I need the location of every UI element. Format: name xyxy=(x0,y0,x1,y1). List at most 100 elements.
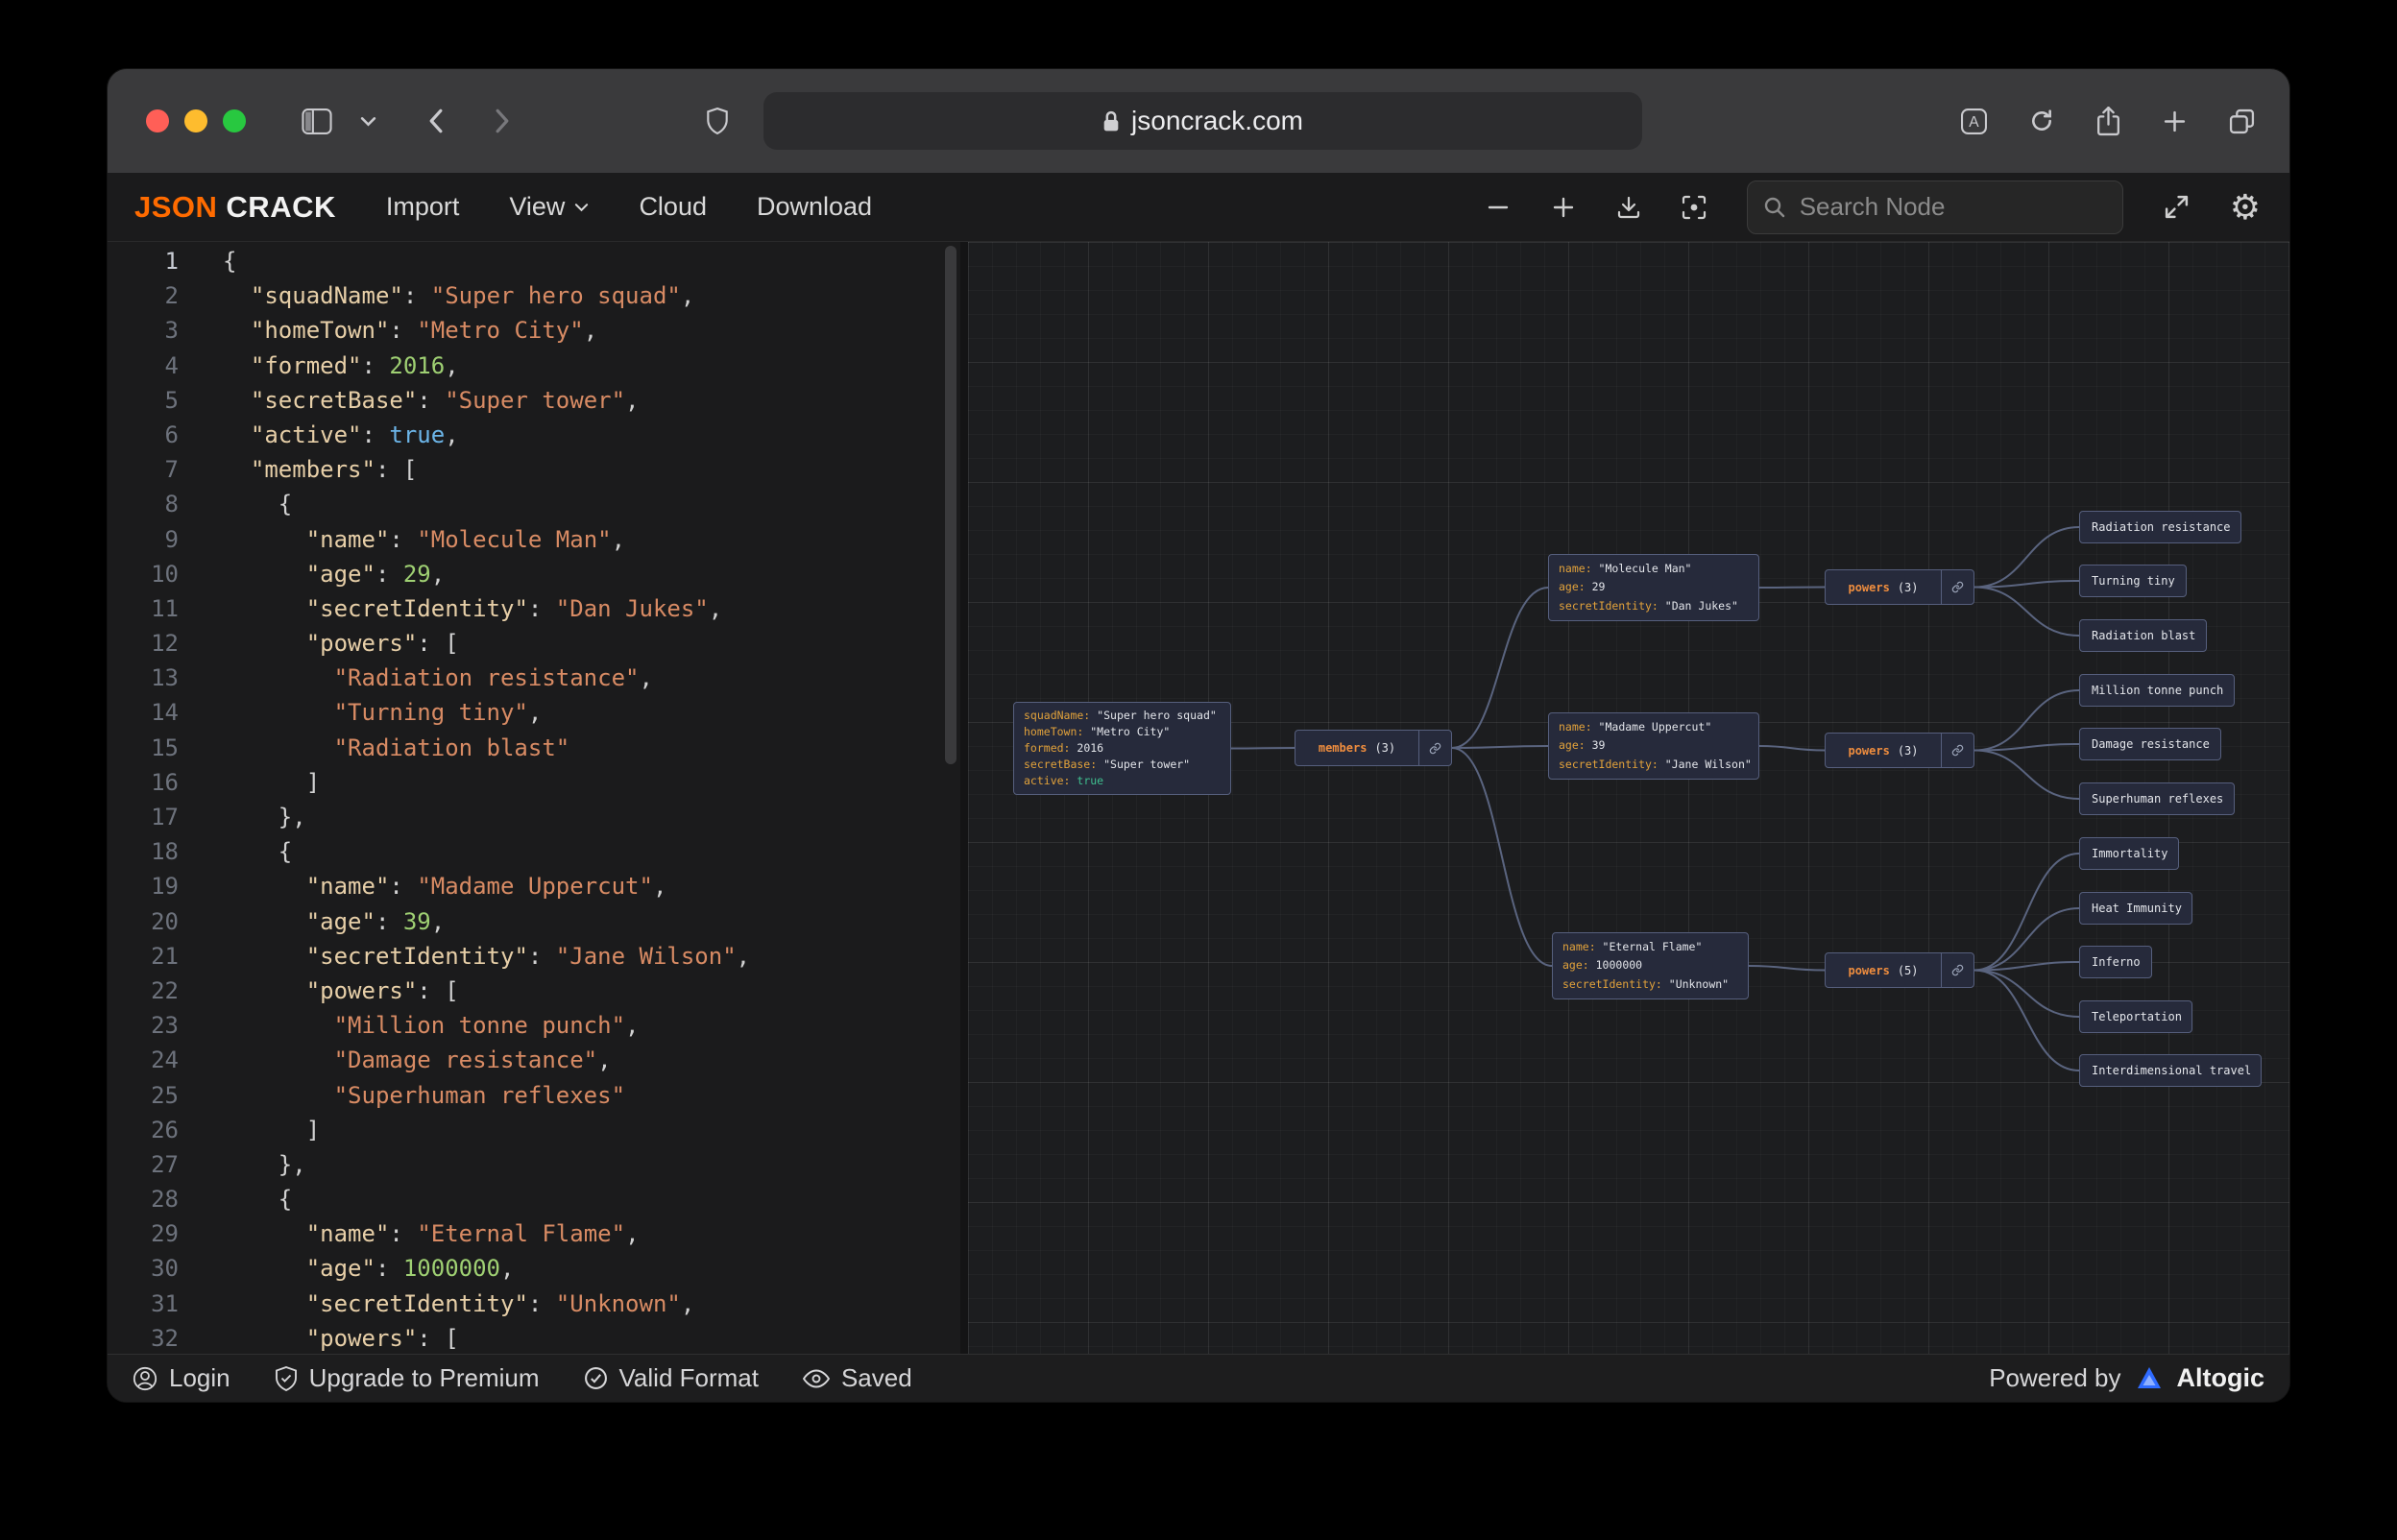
graph-node-l1[interactable]: Radiation resistance xyxy=(2079,511,2241,543)
graph-node-l5[interactable]: Damage resistance xyxy=(2079,728,2221,760)
menu-import[interactable]: Import xyxy=(386,192,460,222)
editor-line[interactable]: 16 ] xyxy=(108,765,960,800)
line-number: 16 xyxy=(151,768,179,796)
editor-line[interactable]: 21 "secretIdentity": "Jane Wilson", xyxy=(108,939,960,974)
graph-node-m2[interactable]: name: "Madame Uppercut" age: 39 secretIden… xyxy=(1548,712,1759,780)
line-number: 9 xyxy=(164,525,179,553)
new-tab-button[interactable] xyxy=(2163,109,2187,133)
node-search-box xyxy=(1746,180,2123,234)
zoom-in-button[interactable] xyxy=(1551,195,1576,220)
search-node-input[interactable] xyxy=(1799,192,2121,222)
expand-link-icon[interactable] xyxy=(1941,570,1973,604)
valid-format-status[interactable]: Valid Format xyxy=(584,1363,759,1393)
editor-line[interactable]: 17 }, xyxy=(108,800,960,834)
node-row: secretBase: "Super tower" xyxy=(1024,758,1191,771)
download-image-button[interactable] xyxy=(1616,195,1641,220)
graph-node-p1[interactable]: powers (3) xyxy=(1825,569,1974,605)
editor-line[interactable]: 29 "name": "Eternal Flame", xyxy=(108,1216,960,1251)
editor-line[interactable]: 6 "active": true, xyxy=(108,418,960,452)
graph-node-members[interactable]: members (3) xyxy=(1295,730,1452,766)
app-logo[interactable]: JSON CRACK xyxy=(134,190,336,225)
login-button[interactable]: Login xyxy=(133,1363,230,1393)
editor-line[interactable]: 8 { xyxy=(108,487,960,521)
upgrade-premium-button[interactable]: Upgrade to Premium xyxy=(275,1363,540,1393)
tab-overview-chevron[interactable] xyxy=(355,69,380,173)
editor-line[interactable]: 10 "age": 29, xyxy=(108,557,960,591)
editor-line[interactable]: 13 "Radiation resistance", xyxy=(108,661,960,695)
expand-link-icon[interactable] xyxy=(1418,731,1451,765)
line-number: 14 xyxy=(151,699,179,727)
close-window-button[interactable] xyxy=(146,109,169,132)
editor-line[interactable]: 14 "Turning tiny", xyxy=(108,695,960,730)
editor-line[interactable]: 22 "powers": [ xyxy=(108,974,960,1008)
zoom-window-button[interactable] xyxy=(223,109,246,132)
editor-line[interactable]: 20 "age": 39, xyxy=(108,904,960,939)
graph-node-l4[interactable]: Million tonne punch xyxy=(2079,674,2235,707)
line-number: 19 xyxy=(151,873,179,901)
graph-node-l10[interactable]: Teleportation xyxy=(2079,1000,2192,1033)
graph-node-p3[interactable]: powers (5) xyxy=(1825,952,1974,988)
editor-line[interactable]: 27 }, xyxy=(108,1147,960,1182)
translate-button[interactable]: A xyxy=(1961,108,1987,134)
expand-link-icon[interactable] xyxy=(1941,953,1973,987)
minimize-window-button[interactable] xyxy=(184,109,207,132)
json-editor[interactable]: 1{2 "squadName": "Super hero squad", 3 "h… xyxy=(108,242,968,1354)
editor-line[interactable]: 11 "secretIdentity": "Dan Jukes", xyxy=(108,591,960,626)
leaf-text: Damage resistance xyxy=(2092,737,2210,751)
editor-line[interactable]: 5 "secretBase": "Super tower", xyxy=(108,383,960,418)
editor-line[interactable]: 7 "members": [ xyxy=(108,452,960,487)
leaf-text: Radiation blast xyxy=(2092,629,2196,642)
graph-node-l7[interactable]: Immortality xyxy=(2079,837,2179,870)
editor-line[interactable]: 2 "squadName": "Super hero squad", xyxy=(108,278,960,313)
graph-node-l9[interactable]: Inferno xyxy=(2079,946,2152,978)
editor-line[interactable]: 28 { xyxy=(108,1182,960,1216)
saved-status[interactable]: Saved xyxy=(802,1363,912,1393)
editor-line[interactable]: 4 "formed": 2016, xyxy=(108,349,960,383)
editor-line[interactable]: 26 ] xyxy=(108,1113,960,1147)
editor-line[interactable]: 18 { xyxy=(108,834,960,869)
sidebar-toggle-button[interactable] xyxy=(298,69,336,173)
menu-view[interactable]: View xyxy=(509,192,589,222)
forward-button[interactable] xyxy=(488,69,517,173)
expand-link-icon[interactable] xyxy=(1941,734,1973,767)
graph-canvas[interactable]: squadName: "Super hero squad" homeTown: "… xyxy=(968,242,2289,1354)
editor-line[interactable]: 15 "Radiation blast" xyxy=(108,731,960,765)
address-bar[interactable]: jsoncrack.com xyxy=(763,92,1642,150)
editor-line[interactable]: 1{ xyxy=(108,244,960,278)
graph-node-root[interactable]: squadName: "Super hero squad" homeTown: "… xyxy=(1013,702,1231,795)
line-number: 18 xyxy=(151,838,179,866)
graph-node-l11[interactable]: Interdimensional travel xyxy=(2079,1054,2262,1087)
powered-by[interactable]: Powered by Altogic xyxy=(1989,1363,2264,1393)
graph-node-l6[interactable]: Superhuman reflexes xyxy=(2079,782,2235,815)
editor-line[interactable]: 19 "name": "Madame Uppercut", xyxy=(108,869,960,903)
graph-node-m3[interactable]: name: "Eternal Flame" age: 1000000 secretI… xyxy=(1552,932,1749,999)
graph-node-l3[interactable]: Radiation blast xyxy=(2079,619,2207,652)
share-button[interactable] xyxy=(2096,106,2120,136)
graph-node-l2[interactable]: Turning tiny xyxy=(2079,565,2187,597)
graph-node-m1[interactable]: name: "Molecule Man" age: 29 secretIdentit… xyxy=(1548,554,1759,621)
zoom-out-button[interactable] xyxy=(1486,195,1511,220)
menu-cloud[interactable]: Cloud xyxy=(639,192,707,222)
editor-line[interactable]: 24 "Damage resistance", xyxy=(108,1043,960,1077)
editor-line[interactable]: 12 "powers": [ xyxy=(108,626,960,661)
tab-overview-button[interactable] xyxy=(2229,108,2255,134)
editor-line[interactable]: 25 "Superhuman reflexes" xyxy=(108,1078,960,1113)
menu-download[interactable]: Download xyxy=(757,192,872,222)
editor-line[interactable]: 31 "secretIdentity": "Unknown", xyxy=(108,1287,960,1321)
editor-line[interactable]: 9 "name": "Molecule Man", xyxy=(108,522,960,557)
privacy-report-button[interactable] xyxy=(701,69,734,173)
graph-node-l8[interactable]: Heat Immunity xyxy=(2079,892,2192,925)
editor-line[interactable]: 3 "homeTown": "Metro City", xyxy=(108,313,960,348)
back-button[interactable] xyxy=(421,69,449,173)
settings-button[interactable]: ⚙ xyxy=(2230,189,2261,225)
line-number: 5 xyxy=(164,386,179,414)
editor-line[interactable]: 32 "powers": [ xyxy=(108,1321,960,1354)
center-view-button[interactable] xyxy=(1682,195,1707,220)
shield-icon xyxy=(706,108,729,134)
editor-line[interactable]: 23 "Million tonne punch", xyxy=(108,1008,960,1043)
fullscreen-button[interactable] xyxy=(2164,194,2190,220)
editor-line[interactable]: 30 "age": 1000000, xyxy=(108,1251,960,1286)
editor-scrollbar[interactable] xyxy=(945,246,956,764)
reload-button[interactable] xyxy=(2029,108,2054,133)
graph-node-p2[interactable]: powers (3) xyxy=(1825,733,1974,768)
